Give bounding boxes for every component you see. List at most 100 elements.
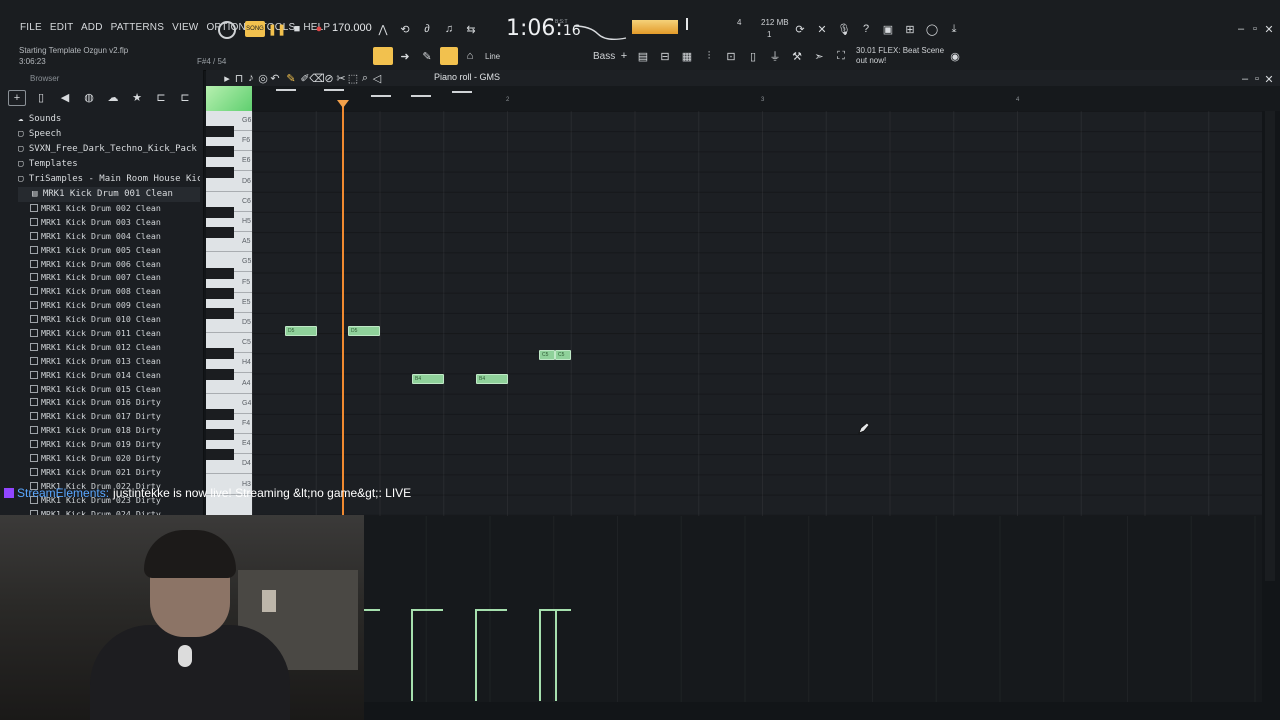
- blend-notes-icon[interactable]: ♫: [442, 22, 456, 36]
- note[interactable]: C5: [555, 350, 571, 360]
- menu-patterns[interactable]: PATTERNS: [111, 22, 164, 33]
- bird-icon[interactable]: ➣: [812, 49, 826, 63]
- browser-file-item[interactable]: MRK1 Kick Drum 012 Clean: [30, 341, 200, 355]
- piano-roll-timeline[interactable]: 2 3 4: [206, 86, 1280, 111]
- black-piano-key[interactable]: [206, 368, 234, 380]
- browser-file-item[interactable]: MRK1 Kick Drum 016 Dirty: [30, 396, 200, 410]
- velocity-stem[interactable]: [539, 609, 541, 701]
- save-icon[interactable]: ▣: [881, 22, 895, 36]
- browser-file-item[interactable]: MRK1 Kick Drum 008 Clean: [30, 285, 200, 299]
- mixer-icon[interactable]: ⫶: [702, 49, 716, 63]
- black-piano-key[interactable]: [206, 308, 234, 319]
- pause-icon[interactable]: ❚❚: [268, 22, 286, 36]
- playhead-marker-icon[interactable]: [337, 100, 349, 108]
- maximize-icon[interactable]: ▫: [1248, 22, 1262, 36]
- play-arrow-icon[interactable]: ➜: [398, 49, 412, 63]
- vertical-scrollbar[interactable]: [1265, 111, 1275, 581]
- browser-folder-trisamples[interactable]: ▢ TriSamples - Main Room House Kicks Vol…: [18, 172, 200, 187]
- pattern-selector[interactable]: Bass: [593, 51, 615, 62]
- pattern-song-toggle[interactable]: [373, 47, 393, 65]
- piano-keyboard[interactable]: G6 F6 E6 D6 C6 H5 A5 G5 F5 E5 D5 C5 H4 A4 G4 F4 E4 D4 H3: [206, 111, 252, 516]
- crossed-tools-icon[interactable]: ✕: [815, 22, 829, 36]
- master-pitch-slider[interactable]: [686, 18, 688, 30]
- globe-icon[interactable]: ◉: [948, 49, 962, 63]
- playlist-icon[interactable]: ▤: [636, 49, 650, 63]
- browser-file-item[interactable]: MRK1 Kick Drum 020 Dirty: [30, 452, 200, 466]
- browser-file-item[interactable]: MRK1 Kick Drum 009 Clean: [30, 299, 200, 313]
- browser-file-item[interactable]: MRK1 Kick Drum 013 Clean: [30, 355, 200, 369]
- plug-icon[interactable]: ⏚: [768, 49, 782, 63]
- browser-tag-icon[interactable]: ⊏: [154, 90, 168, 104]
- velocity-lane[interactable]: [362, 516, 1262, 702]
- black-piano-key[interactable]: [206, 146, 234, 158]
- note[interactable]: D5: [285, 326, 317, 336]
- close-icon[interactable]: ✕: [1262, 22, 1276, 36]
- download-icon[interactable]: ⤓: [947, 22, 961, 36]
- add-pattern-icon[interactable]: +: [617, 49, 631, 63]
- wrench-icon[interactable]: ⚒: [790, 49, 804, 63]
- black-piano-key[interactable]: [206, 429, 234, 441]
- pr-pencil-icon[interactable]: ✎: [284, 71, 298, 85]
- file-icon[interactable]: ▯: [746, 49, 760, 63]
- note-grid[interactable]: [252, 111, 1262, 516]
- browser-file-item[interactable]: MRK1 Kick Drum 021 Dirty: [30, 466, 200, 480]
- note[interactable]: C5: [539, 350, 555, 360]
- minimize-icon[interactable]: –: [1234, 22, 1248, 36]
- wait-input-icon[interactable]: ⇆: [464, 22, 478, 36]
- note[interactable]: B4: [412, 374, 444, 384]
- loop-record-icon[interactable]: ⟲: [398, 22, 412, 36]
- pr-close-icon[interactable]: ✕: [1262, 72, 1276, 86]
- browser-star-icon[interactable]: ★: [130, 90, 144, 104]
- browser-file-item[interactable]: MRK1 Kick Drum 019 Dirty: [30, 438, 200, 452]
- browser-folder-speech[interactable]: ▢ Speech: [18, 127, 200, 142]
- pr-speaker-icon[interactable]: ◁: [370, 71, 384, 85]
- browser-file-item[interactable]: MRK1 Kick Drum 006 Clean: [30, 258, 200, 272]
- menu-add[interactable]: ADD: [81, 22, 103, 33]
- black-piano-key[interactable]: [206, 348, 234, 360]
- black-piano-key[interactable]: [206, 449, 234, 461]
- browser-file-item[interactable]: MRK1 Kick Drum 015 Clean: [30, 383, 200, 397]
- browser-file-item[interactable]: MRK1 Kick Drum 003 Clean: [30, 216, 200, 230]
- black-piano-key[interactable]: [206, 287, 234, 299]
- browser-speaker-icon[interactable]: ◀: [58, 90, 72, 104]
- browser-options-icon[interactable]: +: [8, 90, 26, 106]
- browser-icon[interactable]: ⊡: [724, 49, 738, 63]
- black-piano-key[interactable]: [206, 267, 234, 279]
- browser-folder-icon[interactable]: ⊏: [178, 90, 192, 104]
- song-mode-button[interactable]: SONG: [245, 21, 265, 37]
- browser-folder-sounds[interactable]: ☁ Sounds: [18, 112, 200, 127]
- news-panel[interactable]: 30.01 FLEX: Beat Scene out now!: [856, 46, 944, 66]
- velocity-stem[interactable]: [475, 609, 477, 701]
- menu-view[interactable]: VIEW: [172, 22, 198, 33]
- microphone-icon[interactable]: 🎙: [837, 22, 851, 36]
- browser-file-item[interactable]: MRK1 Kick Drum 011 Clean: [30, 327, 200, 341]
- record-icon[interactable]: ●: [312, 22, 326, 36]
- step-edit-icon[interactable]: ∂: [420, 22, 434, 36]
- menu-edit[interactable]: EDIT: [50, 22, 74, 33]
- playhead[interactable]: [342, 100, 344, 516]
- browser-file-item[interactable]: MRK1 Kick Drum 018 Dirty: [30, 424, 200, 438]
- help-icon[interactable]: ?: [859, 22, 873, 36]
- black-piano-key[interactable]: [206, 227, 234, 239]
- piano-roll-title[interactable]: Piano roll - GMS: [434, 72, 500, 82]
- stamp-icon[interactable]: ⌂: [463, 49, 477, 63]
- browser-file-item[interactable]: MRK1 Kick Drum 017 Dirty: [30, 410, 200, 424]
- refresh-icon[interactable]: ⟳: [793, 22, 807, 36]
- chat-icon[interactable]: ◯: [925, 22, 939, 36]
- browser-file-item[interactable]: MRK1 Kick Drum 007 Clean: [30, 271, 200, 285]
- black-piano-key[interactable]: [206, 126, 234, 138]
- plugin-icon[interactable]: ⊞: [903, 22, 917, 36]
- browser-folder-templates[interactable]: ▢ Templates: [18, 157, 200, 172]
- typing-keyboard-icon[interactable]: ⋀: [376, 22, 390, 36]
- browser-web-icon[interactable]: ◍: [82, 90, 96, 104]
- browser-file-item[interactable]: MRK1 Kick Drum 014 Clean: [30, 369, 200, 383]
- tempo-display[interactable]: 170.000: [332, 22, 372, 34]
- shop-icon[interactable]: ⛶: [834, 49, 848, 63]
- stop-icon[interactable]: ■: [290, 22, 304, 36]
- black-piano-key[interactable]: [206, 166, 234, 178]
- snap-selector[interactable]: Line: [485, 52, 500, 61]
- browser-file-item[interactable]: MRK1 Kick Drum 002 Clean: [30, 202, 200, 216]
- black-piano-key[interactable]: [206, 207, 234, 218]
- black-piano-key[interactable]: [206, 409, 234, 420]
- browser-file-item[interactable]: MRK1 Kick Drum 010 Clean: [30, 313, 200, 327]
